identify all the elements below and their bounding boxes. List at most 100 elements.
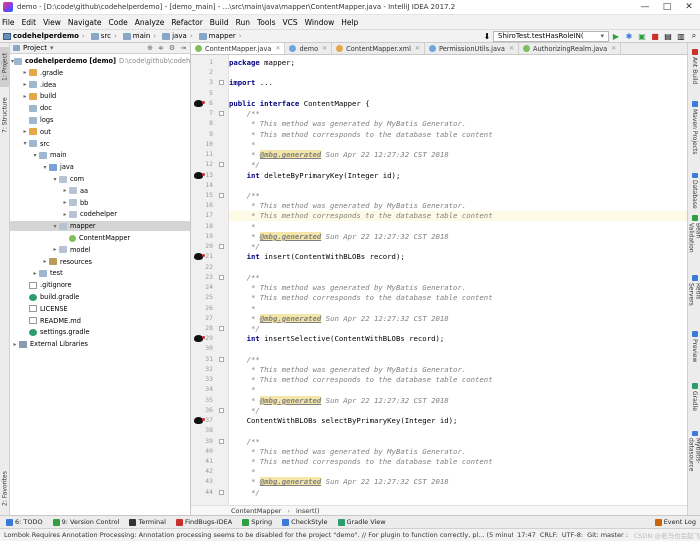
- tree-item[interactable]: ▸ aa: [10, 186, 190, 196]
- sdk-icon[interactable]: ▥: [675, 31, 687, 42]
- code-line[interactable]: [229, 68, 687, 78]
- tree-item[interactable]: ▾ codehelperdemo [demo] D:\code\github\cod…: [10, 56, 190, 66]
- maximize-button[interactable]: □: [656, 2, 678, 12]
- fold-marker-icon[interactable]: [219, 274, 224, 280]
- tree-item[interactable]: LICENSE: [10, 304, 190, 314]
- menu-item-tools[interactable]: Tools: [257, 18, 275, 27]
- code-line[interactable]: /**: [229, 191, 687, 201]
- fold-marker-icon[interactable]: [219, 438, 224, 444]
- code-line[interactable]: int deleteByPrimaryKey(Integer id);: [229, 171, 687, 181]
- fold-marker-icon[interactable]: [219, 192, 224, 198]
- tree-item[interactable]: ▸ model: [10, 245, 190, 255]
- tab-bean-validation[interactable]: Bean Validation: [688, 215, 700, 267]
- file-encoding[interactable]: UTF-8:: [562, 531, 583, 539]
- collapse-arrow-icon[interactable]: ▸: [51, 246, 59, 253]
- collapse-arrow-icon[interactable]: ▸: [61, 211, 69, 218]
- run-icon[interactable]: ▶: [610, 31, 622, 42]
- code-line[interactable]: *: [229, 304, 687, 314]
- tab-project[interactable]: 1: Project: [0, 47, 10, 87]
- menu-item-help[interactable]: Help: [341, 18, 358, 27]
- tool-tab-spring[interactable]: Spring: [242, 518, 272, 526]
- tree-item[interactable]: logs: [10, 115, 190, 125]
- close-icon[interactable]: ✕: [509, 45, 514, 52]
- tab-preview[interactable]: Preview: [689, 331, 700, 371]
- code-line[interactable]: * This method was generated by MyBatis G…: [229, 283, 687, 293]
- gear-icon[interactable]: ⚙: [169, 44, 175, 52]
- tab-gradle[interactable]: Gradle: [689, 383, 700, 419]
- search-icon[interactable]: ⌕: [688, 31, 700, 42]
- code-line[interactable]: /**: [229, 437, 687, 447]
- menu-item-vcs[interactable]: VCS: [282, 18, 297, 27]
- code-breadcrumb-method[interactable]: insert(): [296, 507, 320, 515]
- collapse-arrow-icon[interactable]: ▸: [21, 128, 29, 135]
- code-line[interactable]: */: [229, 324, 687, 334]
- tab-ant-build[interactable]: Ant Build: [689, 49, 700, 89]
- mybatis-navigate-icon[interactable]: [194, 335, 205, 343]
- tree-item[interactable]: ▸ External Libraries: [10, 339, 190, 349]
- code-line[interactable]: int insert(ContentWithBLOBs record);: [229, 252, 687, 262]
- menu-item-code[interactable]: Code: [109, 18, 128, 27]
- tab-mybatis-datasource[interactable]: Mybatis-datasource: [688, 431, 700, 491]
- code-line[interactable]: [229, 344, 687, 354]
- code-line[interactable]: *: [229, 385, 687, 395]
- editor-tab[interactable]: ContentMapper.java ✕: [191, 43, 286, 54]
- tree-item[interactable]: ▸ bb: [10, 198, 190, 208]
- code-line[interactable]: */: [229, 160, 687, 170]
- tool-tab-event-log[interactable]: Event Log: [654, 518, 696, 526]
- breadcrumb-item-mapper[interactable]: mapper ›: [196, 32, 245, 40]
- code-line[interactable]: * This method was generated by MyBatis G…: [229, 365, 687, 375]
- editor-tab[interactable]: demo ✕: [285, 43, 333, 54]
- expand-arrow-icon[interactable]: ▾: [51, 176, 59, 183]
- tree-item[interactable]: ▾ src: [10, 139, 190, 149]
- code-line[interactable]: * This method was generated by MyBatis G…: [229, 119, 687, 129]
- fold-marker-icon[interactable]: [219, 111, 224, 117]
- tab-favorites[interactable]: 2: Favorites: [0, 468, 10, 510]
- tab-redis-servers[interactable]: Redis Servers: [688, 275, 700, 323]
- editor-tab[interactable]: ContentMapper.xml ✕: [332, 43, 425, 54]
- collapse-arrow-icon[interactable]: ▸: [61, 187, 69, 194]
- menu-item-view[interactable]: View: [43, 18, 61, 27]
- tree-item[interactable]: ▾ java: [10, 162, 190, 172]
- tree-item[interactable]: ▾ mapper: [10, 221, 190, 232]
- code-line[interactable]: import ...: [229, 78, 687, 88]
- tree-item[interactable]: settings.gradle: [10, 327, 190, 337]
- menu-item-analyze[interactable]: Analyze: [135, 18, 165, 27]
- breadcrumb-item-java[interactable]: java ›: [159, 32, 195, 40]
- project-view-select[interactable]: Project ▾: [13, 44, 53, 52]
- fold-marker-icon[interactable]: [219, 325, 224, 331]
- close-icon[interactable]: ✕: [415, 45, 420, 52]
- tree-item[interactable]: ▸ test: [10, 268, 190, 278]
- collapse-arrow-icon[interactable]: ▸: [31, 270, 39, 277]
- tool-tab-terminal[interactable]: Terminal: [129, 518, 166, 526]
- code-line[interactable]: [229, 89, 687, 99]
- tool-tab-findbugs-idea[interactable]: FindBugs-IDEA: [175, 518, 232, 526]
- fold-marker-icon[interactable]: [219, 489, 224, 495]
- tree-item[interactable]: README.md: [10, 316, 190, 326]
- fold-marker-icon[interactable]: [219, 356, 224, 362]
- git-branch[interactable]: Git: master :: [587, 531, 628, 539]
- breadcrumb-item-main[interactable]: main ›: [120, 32, 159, 40]
- mybatis-navigate-icon[interactable]: [194, 99, 205, 107]
- code-line[interactable]: */: [229, 242, 687, 252]
- code-line[interactable]: int insertSelective(ContentWithBLOBs rec…: [229, 334, 687, 344]
- collapse-arrow-icon[interactable]: ▸: [21, 69, 29, 76]
- menu-item-run[interactable]: Run: [236, 18, 250, 27]
- tree-item[interactable]: ▸ resources: [10, 257, 190, 267]
- editor-tab[interactable]: PermissionUtils.java ✕: [425, 43, 519, 54]
- fold-marker-icon[interactable]: [219, 162, 224, 168]
- close-icon[interactable]: ✕: [611, 45, 616, 52]
- collapse-icon[interactable]: ≑: [158, 44, 164, 52]
- status-message[interactable]: Lombok Requires Annotation Processing: A…: [0, 531, 513, 539]
- code-breadcrumb-class[interactable]: ContentMapper: [231, 507, 281, 515]
- collapse-arrow-icon[interactable]: ▸: [11, 341, 19, 348]
- tree-item[interactable]: ▸ .idea: [10, 80, 190, 90]
- code-line[interactable]: /**: [229, 109, 687, 119]
- close-button[interactable]: ✕: [678, 2, 700, 12]
- code-line[interactable]: * @mbg.generated Sun Apr 22 12:27:32 CST…: [229, 395, 687, 406]
- fold-marker-icon[interactable]: [219, 407, 224, 413]
- tool-tab-9-version-control[interactable]: 9: Version Control: [52, 518, 119, 526]
- code-line[interactable]: * This method corresponds to the databas…: [229, 211, 687, 222]
- collapse-arrow-icon[interactable]: ▸: [21, 81, 29, 88]
- menu-item-build[interactable]: Build: [210, 18, 229, 27]
- collapse-arrow-icon[interactable]: ▸: [21, 93, 29, 100]
